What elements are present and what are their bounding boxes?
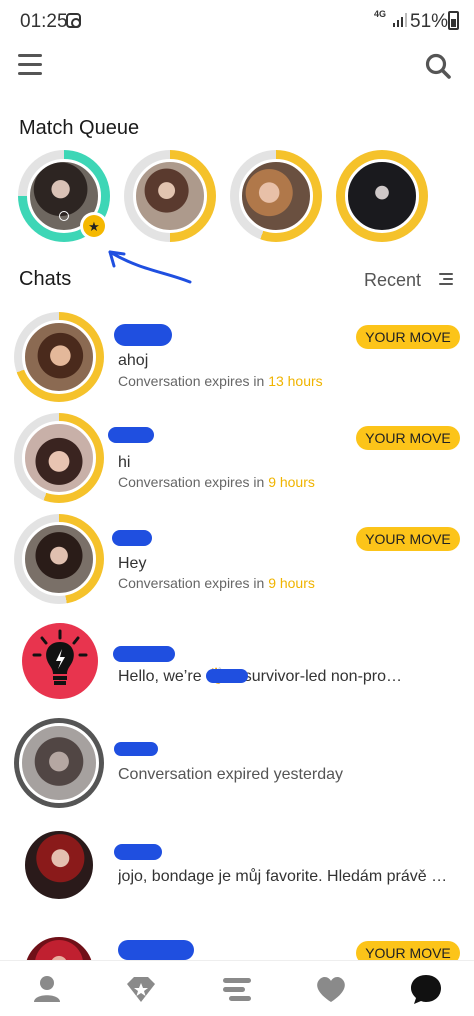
avatar	[14, 615, 104, 705]
chat-row[interactable]: Hello, we’re 👋 a survivor-led non-pro…	[0, 615, 474, 715]
avatar	[14, 413, 104, 503]
match-photo	[133, 159, 207, 233]
network-type: 4G	[374, 9, 387, 19]
expiry-time: 9 hours	[268, 575, 315, 591]
expiry-prefix: Conversation expires in	[118, 575, 269, 591]
timer-icon	[59, 211, 69, 221]
chat-message: hi	[118, 454, 131, 471]
status-time: 01:25	[20, 11, 68, 32]
match-photo	[345, 159, 419, 233]
redacted-name	[114, 324, 172, 346]
expiry-time: 9 hours	[268, 474, 315, 490]
redacted-name	[114, 742, 158, 756]
star-badge-icon: ★	[80, 212, 108, 240]
discover-diamond-icon[interactable]	[123, 971, 159, 1007]
match-queue-item[interactable]	[124, 150, 216, 242]
chats-title: Chats	[19, 268, 72, 290]
avatar	[14, 312, 104, 402]
chat-message: Hello, we’re 👋 a survivor-led non-pro…	[118, 668, 403, 685]
chat-row[interactable]: Conversation expired yesterday	[0, 718, 474, 818]
status-bar: 01:25 4G 51%	[0, 0, 474, 44]
battery-icon	[448, 11, 459, 30]
battery-percent: 51%	[410, 11, 449, 32]
swipe-icon[interactable]	[219, 971, 255, 1007]
search-icon[interactable]	[424, 52, 452, 80]
expiry-prefix: Conversation expires in	[118, 474, 269, 490]
chat-row[interactable]: Hey Conversation expires in 9 hours YOUR…	[0, 514, 474, 614]
match-photo	[239, 159, 313, 233]
signal-icon	[393, 13, 407, 27]
sort-dropdown[interactable]: Recent	[364, 270, 421, 291]
match-queue-item[interactable]	[230, 150, 322, 242]
your-move-badge: YOUR MOVE	[356, 527, 460, 551]
redacted-text	[206, 669, 248, 683]
redacted-name	[118, 940, 194, 960]
redacted-name	[114, 844, 162, 860]
chat-expiry: Conversation expires in 9 hours	[118, 575, 315, 591]
redacted-name	[112, 530, 152, 546]
your-move-badge: YOUR MOVE	[356, 426, 460, 450]
chat-message: Conversation expired yesterday	[118, 766, 344, 783]
avatar	[14, 820, 104, 910]
chat-row[interactable]: jojo, bondage je můj favorite. Hledám pr…	[0, 820, 474, 920]
avatar	[14, 718, 104, 808]
match-queue-title: Match Queue	[19, 117, 140, 139]
match-queue-item[interactable]	[336, 150, 428, 242]
chat-row[interactable]: ahoj Conversation expires in 13 hours YO…	[0, 312, 474, 412]
likes-heart-icon[interactable]	[313, 971, 349, 1007]
profile-icon[interactable]	[29, 971, 65, 1007]
lightbulb-icon	[22, 623, 98, 699]
instagram-icon	[66, 13, 81, 28]
chat-expiry: Conversation expires in 13 hours	[118, 373, 323, 389]
avatar	[14, 514, 104, 604]
expiry-prefix: Conversation expires in	[118, 373, 269, 389]
chat-message: ahoj	[118, 352, 149, 369]
chat-message: jojo, bondage je můj favorite. Hledám pr…	[118, 868, 448, 885]
chat-expiry: Conversation expires in 9 hours	[118, 474, 315, 490]
sort-lines-icon[interactable]	[439, 273, 453, 286]
hamburger-menu-icon[interactable]	[18, 54, 42, 76]
chat-row[interactable]: hi Conversation expires in 9 hours YOUR …	[0, 413, 474, 513]
your-move-badge: YOUR MOVE	[356, 325, 460, 349]
redacted-name	[113, 646, 175, 662]
chats-bubble-icon[interactable]	[408, 971, 444, 1007]
expiry-time: 13 hours	[268, 373, 323, 389]
chat-message: Hey	[118, 555, 147, 572]
bottom-nav	[0, 960, 474, 1016]
redacted-name	[108, 427, 154, 443]
